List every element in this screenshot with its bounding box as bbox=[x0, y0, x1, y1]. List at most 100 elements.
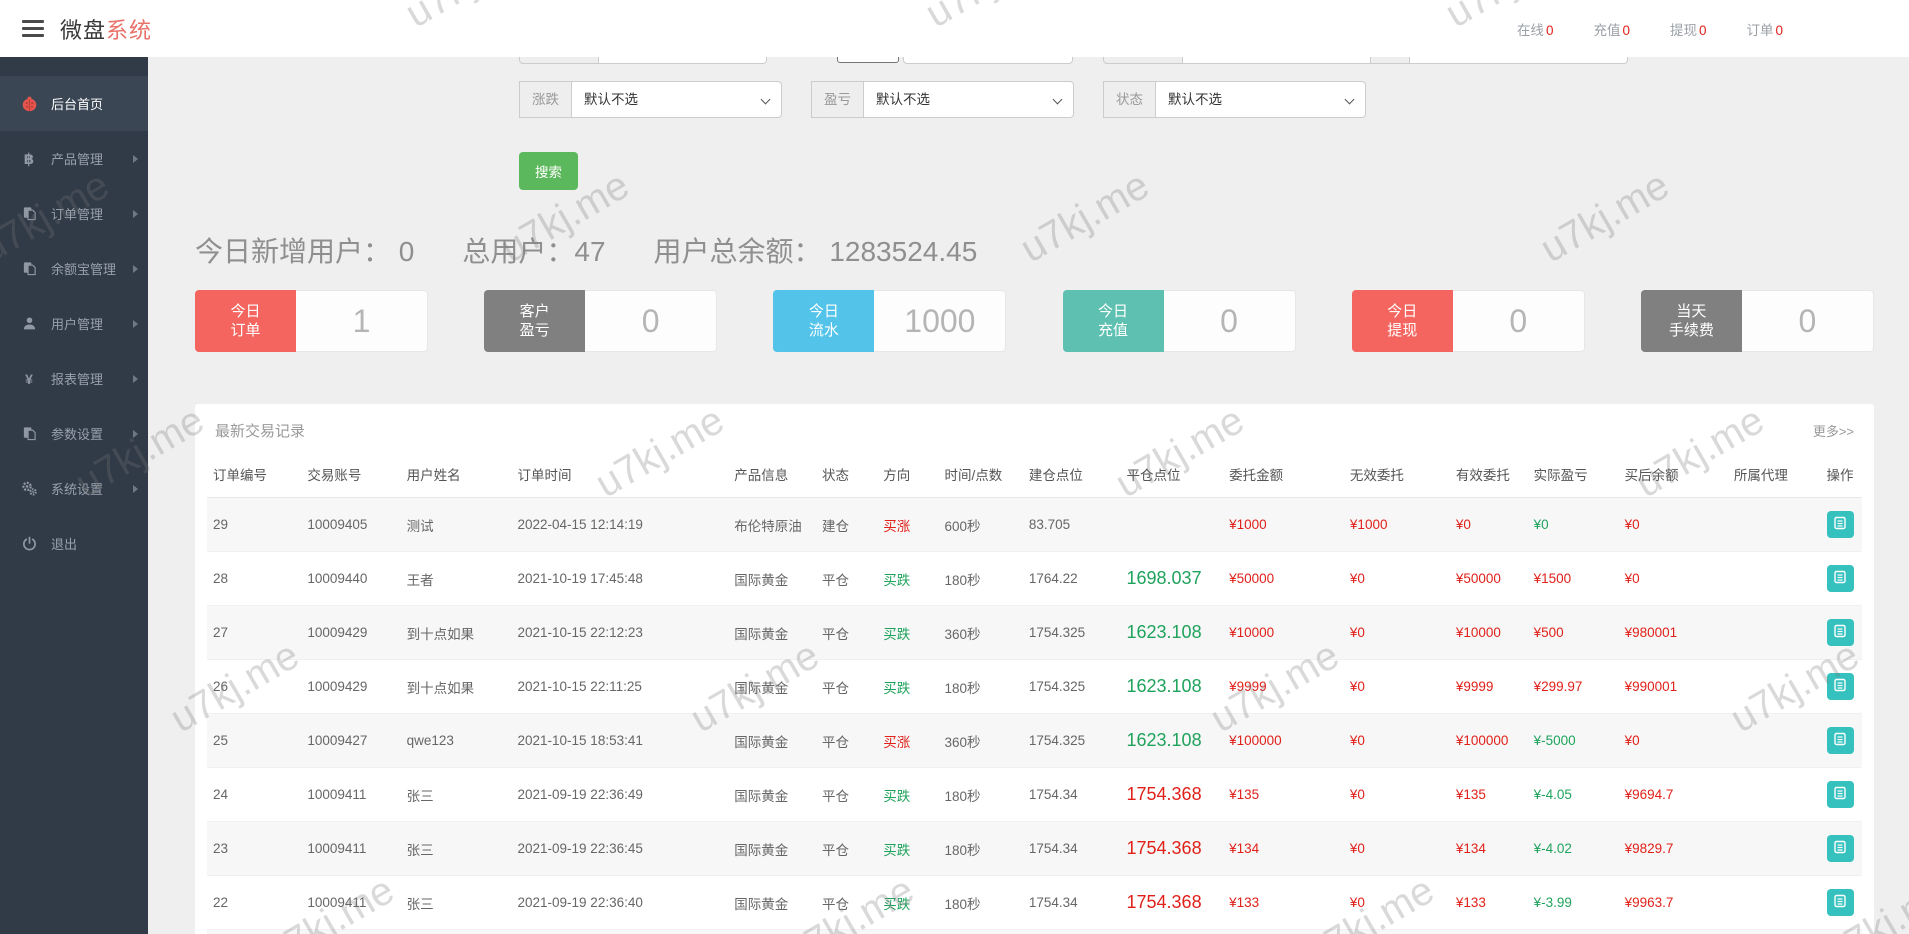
cell-amount: ¥50000 bbox=[1223, 551, 1344, 606]
cell-open-price: 1754.34 bbox=[1022, 821, 1121, 876]
col-header-17: 操作 bbox=[1820, 451, 1862, 498]
detail-button[interactable] bbox=[1826, 889, 1854, 916]
detail-button[interactable] bbox=[1826, 673, 1854, 700]
cell-agent bbox=[1727, 605, 1821, 660]
search-button[interactable]: 搜索 bbox=[519, 152, 578, 190]
status-select[interactable]: 默认不选 bbox=[1156, 81, 1366, 118]
card-value: 0 bbox=[1452, 290, 1585, 352]
table-row: 25 10009427 qwe123 2021-10-15 18:53:41 国际黄金平… bbox=[207, 713, 1862, 768]
sidebar-item-2[interactable]: ฿ 产品管理 bbox=[0, 131, 148, 186]
header-link-1[interactable]: 在线 0 bbox=[1517, 19, 1554, 39]
cell-close-price bbox=[1120, 497, 1224, 552]
detail-button[interactable] bbox=[1826, 619, 1854, 646]
table-row: 29 10009405 测试 2022-04-15 12:14:19 布伦特原油 建仓 买涨… bbox=[207, 497, 1862, 552]
detail-button[interactable] bbox=[1826, 565, 1854, 592]
cell-amount: ¥132 bbox=[1223, 929, 1344, 934]
card-label: 今日 充值 bbox=[1062, 290, 1164, 352]
cell-profit: ¥299.97 bbox=[1527, 659, 1619, 714]
sidebar-item-5[interactable]: 用户管理 bbox=[0, 296, 148, 351]
cell-invalid-amount: ¥0 bbox=[1343, 821, 1450, 876]
cell-amount: ¥135 bbox=[1223, 767, 1344, 822]
detail-button[interactable] bbox=[1826, 835, 1854, 862]
sidebar-item-7[interactable]: 参数设置 bbox=[0, 406, 148, 461]
cell-user-name: 王者 bbox=[400, 551, 512, 606]
cell-direction: 买跌 bbox=[877, 605, 939, 660]
cell-invalid-amount: ¥0 bbox=[1343, 875, 1450, 930]
cell-amount: ¥1000 bbox=[1223, 497, 1344, 552]
cell-action bbox=[1820, 713, 1862, 768]
sidebar-item-8[interactable]: 系统设置 bbox=[0, 461, 148, 516]
cell-direction: 买跌 bbox=[877, 821, 939, 876]
cell-user-name: 张三 bbox=[400, 767, 512, 822]
app-logo: 微盘系统 bbox=[60, 13, 152, 45]
cell-direction: 买跌 bbox=[877, 767, 939, 822]
profit-select[interactable]: 默认不选 bbox=[864, 81, 1074, 118]
sidebar-item-label: 报表管理 bbox=[51, 372, 104, 387]
status-value: 默认不选 bbox=[1168, 92, 1222, 107]
cell-order-time: 2021-09-19 22:36:45 bbox=[511, 821, 729, 876]
header-link-3[interactable]: 提现 0 bbox=[1670, 19, 1707, 39]
cell-valid-amount: ¥9999 bbox=[1449, 659, 1528, 714]
detail-icon bbox=[1833, 624, 1847, 641]
card-label-line2: 流水 bbox=[808, 322, 839, 339]
balance-icon bbox=[19, 261, 39, 276]
cell-agent bbox=[1727, 875, 1821, 930]
cell-valid-amount: ¥50000 bbox=[1449, 551, 1528, 606]
cell-after-balance: ¥980001 bbox=[1618, 605, 1728, 660]
cell-amount: ¥134 bbox=[1223, 821, 1344, 876]
sidebar-item-label: 退出 bbox=[51, 537, 78, 552]
sidebar-item-9[interactable]: 退出 bbox=[0, 516, 148, 571]
col-header-16: 所属代理 bbox=[1727, 451, 1821, 498]
cell-duration: 180秒 bbox=[938, 659, 1023, 714]
cell-profit: ¥-5000 bbox=[1527, 713, 1619, 768]
updown-value: 默认不选 bbox=[584, 92, 638, 107]
sidebar-item-label: 系统设置 bbox=[51, 482, 104, 497]
card-label-line2: 提现 bbox=[1387, 322, 1418, 339]
cell-action bbox=[1820, 875, 1862, 930]
cell-invalid-amount: ¥0 bbox=[1343, 713, 1450, 768]
sidebar-item-6[interactable]: ¥ 报表管理 bbox=[0, 351, 148, 406]
sidebar: 后台首页 ฿ 产品管理订单管理余额宝管理 用户管理 ¥ 报表管理 参数设置系统设置退出 bbox=[0, 57, 148, 934]
card-label-line2: 手续费 bbox=[1668, 322, 1714, 339]
cell-order-id: 23 bbox=[207, 821, 302, 876]
logo-accent: 系统 bbox=[106, 17, 153, 43]
cell-open-price: 1754.34 bbox=[1022, 875, 1121, 930]
cell-valid-amount: ¥10000 bbox=[1449, 605, 1528, 660]
cell-after-balance: ¥10096.7 bbox=[1618, 929, 1728, 934]
updown-select[interactable]: 默认不选 bbox=[572, 81, 782, 118]
cell-order-id: 26 bbox=[207, 659, 302, 714]
cell-order-id: 24 bbox=[207, 767, 302, 822]
sidebar-item-label: 订单管理 bbox=[51, 207, 104, 222]
sidebar-item-label: 后台首页 bbox=[51, 97, 104, 112]
cell-agent bbox=[1727, 659, 1821, 714]
card-value: 0 bbox=[1163, 290, 1296, 352]
header-link-label: 充值 bbox=[1593, 22, 1621, 38]
card-label-line2: 订单 bbox=[230, 322, 261, 339]
cell-open-price: 1754.34 bbox=[1022, 929, 1121, 934]
cell-profit: ¥500 bbox=[1527, 605, 1619, 660]
cell-invalid-amount: ¥0 bbox=[1343, 551, 1450, 606]
header-link-4[interactable]: 订单 0 bbox=[1746, 19, 1783, 39]
cell-after-balance: ¥9963.7 bbox=[1618, 875, 1728, 930]
detail-button[interactable] bbox=[1826, 511, 1854, 538]
cell-order-id: 22 bbox=[207, 875, 302, 930]
detail-button[interactable] bbox=[1826, 727, 1854, 754]
chevron-right-icon bbox=[133, 264, 138, 273]
detail-icon bbox=[1833, 732, 1847, 749]
header-link-2[interactable]: 充值 0 bbox=[1593, 19, 1630, 39]
cell-status: 平仓 bbox=[816, 713, 878, 768]
sidebar-item-3[interactable]: 订单管理 bbox=[0, 186, 148, 241]
more-link[interactable]: 更多>> bbox=[1813, 421, 1854, 440]
menu-toggle-icon[interactable] bbox=[22, 16, 44, 41]
cell-open-price: 83.705 bbox=[1022, 497, 1121, 552]
card-label: 客户 盈亏 bbox=[484, 290, 586, 352]
col-header-1: 订单编号 bbox=[207, 451, 302, 498]
cell-product: 国际黄金 bbox=[728, 875, 816, 930]
cell-user-name: 到十点如果 bbox=[400, 659, 512, 714]
sidebar-item-4[interactable]: 余额宝管理 bbox=[0, 241, 148, 296]
cell-product: 国际黄金 bbox=[728, 551, 816, 606]
cell-valid-amount: ¥133 bbox=[1449, 875, 1528, 930]
cell-valid-amount: ¥132 bbox=[1449, 929, 1528, 934]
detail-button[interactable] bbox=[1826, 781, 1854, 808]
sidebar-item-1[interactable]: 后台首页 bbox=[0, 76, 148, 131]
